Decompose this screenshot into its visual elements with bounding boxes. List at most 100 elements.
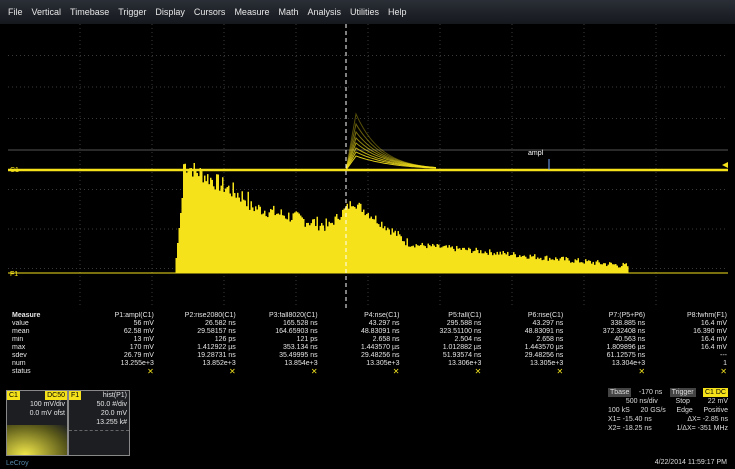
histogram-bin [193, 163, 195, 273]
c1-badge: C1 [7, 391, 20, 400]
measure-param-header[interactable]: P2:rise2080(C1) [154, 312, 236, 320]
menu-timebase[interactable]: Timebase [70, 7, 109, 17]
menu-math[interactable]: Math [278, 7, 298, 17]
menu-vertical[interactable]: Vertical [32, 7, 62, 17]
histogram-bin [433, 245, 435, 273]
histogram-bin [318, 230, 320, 273]
histogram-bin [406, 238, 408, 273]
histogram-bin [229, 193, 231, 273]
histogram-bin [186, 172, 188, 273]
c1-coupling-badge: DC50 [45, 391, 67, 400]
histogram-bin [337, 218, 339, 273]
histogram-bin [435, 246, 437, 273]
histogram-bin [352, 206, 354, 273]
histogram-bin [511, 254, 513, 273]
measure-cell: 2.658 ns [536, 336, 564, 343]
menu-measure[interactable]: Measure [234, 7, 269, 17]
histogram-bin [394, 230, 396, 273]
measure-param-header[interactable]: P6:rise(C1) [481, 312, 563, 320]
histogram-bin [552, 259, 554, 273]
histogram-bin [358, 202, 360, 273]
histogram-bin [594, 264, 596, 273]
measure-param-header[interactable]: P3:fall8020(C1) [236, 312, 318, 320]
waveform-display[interactable]: C1 F1 ampl [8, 24, 728, 308]
c1-channel-box[interactable]: C1 DC50 100 mV/div 0.0 mV ofst [6, 390, 68, 456]
histogram-bin [516, 257, 518, 273]
menu-cursors[interactable]: Cursors [194, 7, 226, 17]
measure-cell: 61.12575 ns [606, 352, 646, 359]
histogram-bin [213, 186, 215, 273]
histogram-bin [481, 253, 483, 273]
menu-utilities[interactable]: Utilities [350, 7, 379, 17]
histogram-bin [271, 209, 273, 273]
histogram-bin [379, 226, 381, 273]
histogram-bin [460, 249, 462, 273]
histogram-bin [595, 261, 597, 273]
f1-function-box[interactable]: F1 hist(P1) 50.0 #/div 20.0 mV 13.255 k# [68, 390, 130, 456]
histogram-bin [432, 243, 434, 273]
cursor-x2: X2= -18.25 ns [608, 425, 652, 432]
measure-cell: 16.4 mV [700, 336, 727, 343]
histogram-bin [334, 216, 336, 273]
histogram-bin [207, 174, 209, 273]
histogram-bin [331, 222, 333, 273]
histogram-bin [369, 218, 371, 273]
histogram-bin [538, 258, 540, 273]
measure-status-icon: ✕ [474, 368, 482, 376]
histogram-bin [381, 221, 383, 273]
menu-trigger[interactable]: Trigger [118, 7, 146, 17]
measure-param-header[interactable]: P5:fall(C1) [400, 312, 481, 320]
measure-cell: 13.305e+3 [366, 360, 400, 367]
histogram-bin [204, 175, 206, 273]
measure-row-max: max 170 mV 1.412922 µs 353.134 ns 1.443570 µ… [12, 344, 727, 352]
trigger-level-marker [722, 162, 728, 168]
histogram-bin [403, 241, 405, 273]
histogram-bin [609, 262, 611, 273]
timebase-panel[interactable]: Tbase -170 ns Trigger C1 DC 500 ns/div S… [608, 388, 728, 444]
histogram-bin [537, 257, 539, 273]
measure-row-label: min [12, 336, 24, 343]
menu-help[interactable]: Help [388, 7, 407, 17]
histogram-bin [372, 218, 374, 273]
histogram-bin [189, 168, 191, 273]
measure-cell: 62.58 mV [123, 328, 154, 335]
histogram-bin [196, 173, 198, 273]
measure-cell: 48.83091 ns [524, 328, 564, 335]
histogram-bin [387, 227, 389, 273]
histogram-bin [571, 262, 573, 273]
measure-param-header[interactable]: P7:(P5+P6) [563, 312, 645, 320]
histogram-bin [513, 252, 515, 273]
histogram-bin [582, 262, 584, 273]
measure-cell: 13.854e+3 [284, 360, 318, 367]
menu-display[interactable]: Display [155, 7, 185, 17]
histogram-bin [502, 251, 504, 273]
histogram-bin [214, 189, 216, 273]
measure-cell: 1.443570 µs [524, 344, 564, 351]
histogram-bin [462, 247, 464, 273]
time-per-div: 500 ns/div [625, 398, 658, 405]
histogram-bin [243, 199, 245, 273]
histogram-bin [589, 260, 591, 273]
f1-vdiv: 50.0 #/div [96, 401, 127, 408]
histogram-bin [181, 198, 183, 273]
menu-file[interactable]: File [8, 7, 23, 17]
measure-param-header[interactable]: P8:fwhm(F1) [645, 312, 727, 320]
menu-analysis[interactable]: Analysis [307, 7, 341, 17]
measure-cell: 56 mV [133, 320, 154, 327]
histogram-bin [210, 177, 212, 273]
histogram-bin [483, 253, 485, 273]
histogram-bin [291, 219, 293, 273]
histogram-bin [567, 258, 569, 273]
histogram-bin [393, 232, 395, 273]
measure-cell: 2.658 ns [372, 336, 400, 343]
histogram-bin [267, 217, 269, 273]
histogram-bin [486, 252, 488, 273]
histogram-bin [268, 212, 270, 273]
measure-param-header[interactable]: P1:ampl(C1) [72, 312, 154, 320]
measure-status-icon: ✕ [310, 368, 318, 376]
histogram-bin [619, 267, 621, 273]
trigger-level: 22 mV [707, 398, 728, 405]
trigger-mode: Stop [675, 398, 690, 405]
measure-param-header[interactable]: P4:rise(C1) [318, 312, 399, 320]
measure-cell: 26.582 ns [205, 320, 236, 327]
